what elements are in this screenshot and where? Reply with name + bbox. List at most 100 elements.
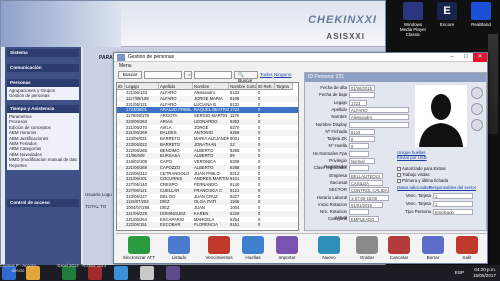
- dialog-app-icon: [117, 54, 125, 61]
- cancelar-icon: [388, 236, 410, 254]
- sidebar-item-reportes[interactable]: Reportes: [9, 163, 77, 168]
- media-player-icon: [403, 2, 423, 20]
- vencimientos-button[interactable]: Vencimientos: [200, 236, 238, 260]
- form-input[interactable]: 01/06/2015: [349, 85, 375, 91]
- sidebar-header-personas[interactable]: Personas: [7, 79, 79, 87]
- toolbar-label: Salir: [462, 255, 472, 260]
- form-input[interactable]: Alessandro: [349, 114, 409, 121]
- desktop-icon-realband[interactable]: RealBand: [466, 2, 496, 27]
- form-input[interactable]: 1: [433, 201, 473, 207]
- sidebar-item-gestion-personas[interactable]: Gestión de personas: [9, 93, 77, 98]
- cancelar-button[interactable]: Cancelar: [380, 236, 418, 260]
- grid-column-header[interactable]: Tarjeta: [275, 83, 293, 90]
- form-label: Apellido: [331, 106, 347, 112]
- form-input[interactable]: 0: [349, 136, 375, 143]
- minimize-button[interactable]: –: [445, 53, 459, 62]
- sidebar-header-tiempo[interactable]: Tiempo y Asistencia: [7, 105, 79, 113]
- form-label: SECTOR: [328, 187, 347, 193]
- form-input[interactable]: [349, 92, 375, 99]
- sincronizar-att-button[interactable]: Sincronizar ATT: [120, 236, 158, 260]
- desktop-icon-encore[interactable]: E Encore: [432, 2, 462, 27]
- link-ninguno[interactable]: Ninguno: [274, 71, 291, 79]
- taskbar-app-icon[interactable]: [140, 266, 154, 280]
- checkbox[interactable]: [397, 167, 401, 171]
- header-decoration: [1, 1, 121, 47]
- search-button[interactable]: 🔍Buscar: [234, 71, 258, 83]
- form-input[interactable]: [349, 121, 409, 128]
- grid-column-header[interactable]: Apellido: [159, 83, 193, 90]
- grid-column-header[interactable]: Nombre: [193, 83, 229, 90]
- form-link[interactable]: Datos adicionales: [397, 185, 431, 190]
- nuevo-button[interactable]: Nuevo: [310, 236, 348, 260]
- form-link[interactable]: Responsables del sector: [429, 185, 476, 190]
- form-input[interactable]: [349, 209, 369, 216]
- dialog-title-text: Gestion de personas: [128, 54, 175, 60]
- form-checkbox-item[interactable]: Primera y última fichada: [397, 178, 448, 184]
- close-button[interactable]: ✕: [473, 53, 487, 62]
- listado-icon: [168, 236, 190, 254]
- person-silhouette-icon: [419, 94, 463, 147]
- form-input[interactable]: CASILDA: [349, 179, 383, 186]
- clock[interactable]: 04:20 p.m. 15/05/2017: [473, 267, 496, 279]
- huellas-button[interactable]: Huellas: [234, 236, 272, 260]
- form-label: Categoria: [327, 216, 347, 222]
- form-input[interactable]: CONTROL CALIDAD: [349, 187, 389, 194]
- maximize-button[interactable]: □: [459, 53, 473, 62]
- form-input[interactable]: 0: [349, 143, 369, 150]
- form-input[interactable]: Empleado: [433, 209, 473, 215]
- search-field-select[interactable]: [144, 71, 182, 79]
- taskbar-excel-icon[interactable]: [62, 266, 76, 280]
- borrar-button[interactable]: Borrar: [414, 236, 452, 260]
- form-input[interactable]: 01/01/2016: [349, 201, 383, 208]
- grid-column-header[interactable]: ID Reh..: [257, 83, 275, 90]
- table-cell: 9151: [230, 222, 240, 228]
- checkbox-label: Trabajo visitas: [402, 172, 430, 177]
- salir-button[interactable]: Salir: [448, 236, 486, 260]
- grid-column-header[interactable]: Nombre Corto: [229, 83, 257, 90]
- form-link-item[interactable]: Responsables del sector: [429, 185, 476, 191]
- taskbar-access-icon[interactable]: [88, 266, 102, 280]
- sidebar-header-comunicacion[interactable]: Comunicación: [7, 64, 79, 72]
- sidebar-list-personas: Agrupaciones y Grupos Gestión de persona…: [7, 87, 79, 100]
- form-input[interactable]: [349, 150, 369, 157]
- listado-button[interactable]: Listado: [160, 236, 198, 260]
- photo-load-button[interactable]: [471, 103, 483, 115]
- search-label: Buscar: [118, 71, 142, 79]
- sincronizar-att-icon: [128, 236, 150, 254]
- search-input[interactable]: [194, 71, 232, 79]
- form-label: Nº Fichada: [325, 128, 347, 134]
- photo-delete-button[interactable]: [471, 119, 483, 131]
- dialog-menu[interactable]: Menu: [114, 62, 487, 70]
- form-label: Tipo Persona: [405, 209, 431, 214]
- form-link-item[interactable]: Enviar por USB: [397, 155, 427, 161]
- form-input[interactable]: 1-07:00-16:00: [349, 194, 389, 201]
- taskbar-app-icon[interactable]: [114, 266, 128, 280]
- grid-column-header[interactable]: Legajo: [125, 83, 159, 90]
- form-input[interactable]: ALFARO: [349, 106, 409, 113]
- taskbar-app-icon[interactable]: [166, 266, 180, 280]
- form-input[interactable]: [349, 165, 369, 172]
- checkbox[interactable]: [397, 173, 401, 177]
- form-link-item[interactable]: Datos adicionales: [397, 185, 431, 191]
- table-cell: 222/06/151: [126, 222, 147, 228]
- form-input[interactable]: Normal: [349, 158, 375, 164]
- form-input[interactable]: 1: [433, 193, 473, 199]
- form-input[interactable]: BELLAUTEQUI: [349, 172, 383, 179]
- photo-camera-button[interactable]: [471, 87, 483, 99]
- link-todos[interactable]: Todos: [260, 71, 273, 79]
- form-input[interactable]: EMPLEADO: [349, 216, 379, 223]
- checkbox[interactable]: [397, 179, 401, 183]
- sidebar-header-sistema[interactable]: Sistema: [7, 49, 79, 57]
- language-indicator[interactable]: ESP: [455, 270, 464, 275]
- table-row[interactable]: 222/06/151 ESCOBAR FLORENCIA 9151 0: [117, 222, 298, 228]
- sidebar-item-mmd[interactable]: MMD (modificacion manual de datos): [9, 157, 77, 162]
- sidebar-header-control-acceso[interactable]: Control de acceso: [7, 199, 79, 207]
- grid-column-header[interactable]: ID: [117, 83, 125, 90]
- search-operator[interactable]: =: [184, 71, 192, 79]
- form-input[interactable]: 1723: [349, 99, 367, 106]
- importar-button[interactable]: Importar: [268, 236, 306, 260]
- desktop-icon-media-player[interactable]: Windows Media Player Classic: [398, 2, 428, 37]
- form-input[interactable]: 6133: [349, 128, 375, 135]
- sidebar-list-tiempo: Parametros Procesos Edición de conceptos…: [7, 113, 79, 170]
- form-link[interactable]: Enviar por USB: [397, 155, 427, 160]
